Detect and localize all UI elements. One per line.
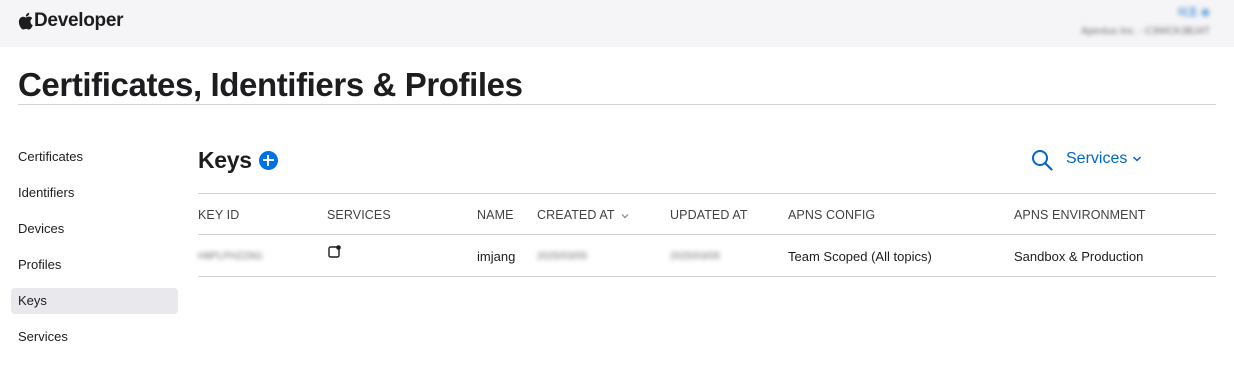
section-title: Keys — [198, 146, 252, 173]
keys-header: Keys — [198, 144, 278, 176]
column-header-key-id: KEY ID — [198, 208, 240, 222]
page-title: Certificates, Identifiers & Profiles — [18, 66, 523, 103]
services-filter-label: Services — [1066, 150, 1128, 167]
created-at-cell: 2025/03/05 — [537, 251, 588, 262]
sidebar-item-keys[interactable]: Keys — [11, 288, 178, 314]
column-header-created-at-label: CREATED AT — [537, 208, 615, 222]
column-header-created-at[interactable]: CREATED AT — [537, 208, 629, 222]
apns-config-cell: Team Scoped (All topics) — [788, 249, 932, 264]
apple-logo-icon — [18, 12, 33, 30]
title-divider — [18, 104, 1216, 105]
sidebar-item-profiles[interactable]: Profiles — [11, 252, 178, 278]
sidebar-item-services[interactable]: Services — [11, 324, 178, 350]
account-name[interactable]: 이조 ⊕ — [1081, 5, 1210, 21]
sort-down-icon — [621, 213, 629, 219]
table-row-divider — [198, 276, 1216, 277]
key-id-cell[interactable]: H8PLPHZZ6G — [198, 251, 262, 262]
column-header-apns-config: APNS CONFIG — [788, 208, 876, 222]
push-notification-icon — [328, 245, 341, 258]
column-header-name: NAME — [477, 208, 514, 222]
key-name-cell[interactable]: imjang — [477, 249, 515, 264]
add-key-button[interactable] — [258, 150, 278, 170]
sidebar-item-identifiers[interactable]: Identifiers — [11, 180, 178, 206]
sidebar-item-certificates[interactable]: Certificates — [11, 144, 178, 170]
table-header-divider — [198, 234, 1216, 235]
updated-at-cell: 2025/03/05 — [670, 251, 721, 262]
apns-environment-cell: Sandbox & Production — [1014, 249, 1144, 264]
table-top-divider — [198, 193, 1216, 194]
column-header-updated-at: UPDATED AT — [670, 208, 748, 222]
top-bar: Developer 이조 ⊕ Apextus Inc. - C3WCK3BJ4T — [0, 0, 1234, 47]
developer-brand[interactable]: Developer — [18, 9, 123, 33]
sidebar-item-devices[interactable]: Devices — [11, 216, 178, 242]
account-team: Apextus Inc. - C3WCK3BJ4T — [1081, 26, 1210, 37]
services-filter-button[interactable]: Services — [1066, 149, 1142, 169]
brand-text: Developer — [34, 10, 124, 31]
search-icon[interactable] — [1031, 149, 1053, 171]
account-menu[interactable]: 이조 ⊕ Apextus Inc. - C3WCK3BJ4T — [1081, 5, 1210, 39]
column-header-apns-environment: APNS ENVIRONMENT — [1014, 208, 1146, 222]
sidebar-nav: Certificates Identifiers Devices Profile… — [11, 144, 178, 360]
chevron-down-icon — [1133, 156, 1142, 162]
column-header-services: SERVICES — [327, 208, 391, 222]
